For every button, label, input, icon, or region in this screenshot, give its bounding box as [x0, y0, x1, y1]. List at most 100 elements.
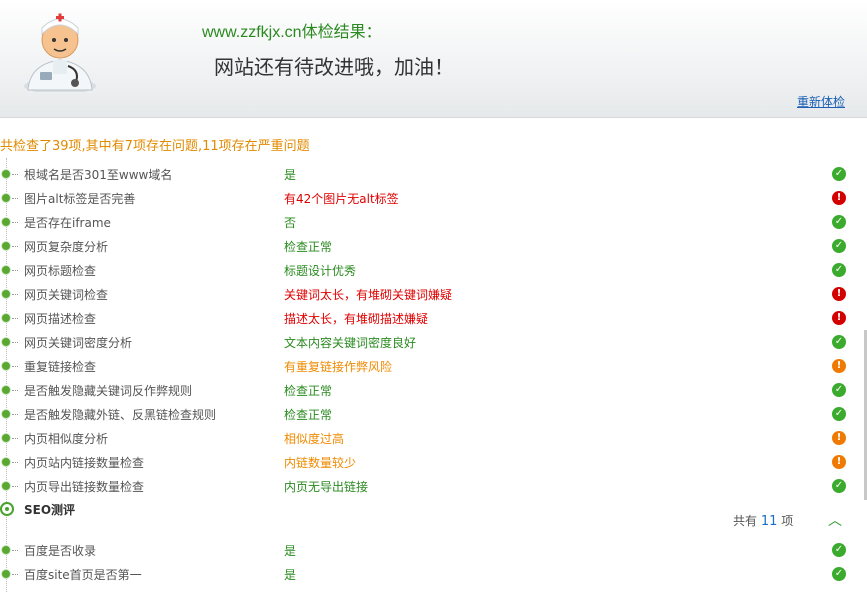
check-result: 否 [284, 216, 297, 230]
check-row: 内页站内链接数量检查 内链数量较少! [0, 450, 867, 474]
bullet-icon [2, 314, 10, 322]
bullet-icon [2, 482, 10, 490]
check-row: 根域名是否301至www域名 是 ✓ [0, 162, 867, 186]
tree-connector [12, 270, 18, 271]
check-result: 是 [284, 568, 297, 582]
bullet-icon [2, 434, 10, 442]
check-result: 关键词太长，有堆砌关键词嫌疑 [284, 288, 453, 302]
check-name: 内页相似度分析 [24, 432, 109, 446]
check-name: 是否存在iframe [24, 216, 111, 230]
check-result: 有42个图片无alt标签 [284, 192, 399, 206]
check-list: 根域名是否301至www域名是 ✓ 图片alt标签是否完善 有42个图片无alt标签!… [0, 162, 867, 586]
exclamation-icon: ! [832, 191, 846, 205]
bullet-icon [2, 290, 10, 298]
chevron-up-icon[interactable]: ︿ [828, 510, 842, 530]
seo-section-count: 共有 11 项 [733, 514, 794, 529]
check-name: 是否触发隐藏关键词反作弊规则 [24, 384, 193, 398]
check-name: 图片alt标签是否完善 [24, 192, 136, 206]
tree-connector [12, 318, 18, 319]
check-name: 重复链接检查 [24, 360, 97, 374]
check-name: 网页复杂度分析 [24, 240, 109, 254]
check-icon: ✓ [832, 567, 846, 581]
tree-connector [12, 414, 18, 415]
check-result: 相似度过高 [284, 432, 345, 446]
check-name: 网页关键词密度分析 [24, 336, 133, 350]
bullet-icon [2, 570, 10, 578]
check-name: 百度是否收录 [24, 544, 97, 558]
site-title: www.zzfkjx.cn体检结果： [202, 24, 382, 41]
check-row: 内页导出链接数量检查 内页无导出链接 ✓ [0, 474, 867, 498]
check-result: 是 [284, 544, 297, 558]
bullet-icon [2, 410, 10, 418]
check-result: 检查正常 [284, 240, 333, 254]
tree-connector [12, 198, 18, 199]
check-icon: ✓ [832, 407, 846, 421]
tree-connector [12, 438, 18, 439]
check-icon: ✓ [832, 215, 846, 229]
check-name: 内页导出链接数量检查 [24, 480, 145, 494]
seo-section-icon [0, 502, 14, 516]
check-result: 文本内容关键词密度良好 [284, 336, 417, 350]
bullet-icon [2, 546, 10, 554]
tree-connector [12, 550, 18, 551]
check-row: 重复链接检查 有重复链接作弊风险! [0, 354, 867, 378]
summary-text: 共检查了39项,其中有7项存在问题,11项存在严重问题 [0, 139, 310, 154]
bullet-icon [2, 194, 10, 202]
check-result: 内页无导出链接 [284, 480, 369, 494]
exclamation-icon: ! [832, 311, 846, 325]
tree-connector [12, 246, 18, 247]
bullet-icon [2, 362, 10, 370]
check-row: 内页相似度分析 相似度过高! [0, 426, 867, 450]
check-row: 网页关键词检查 关键词太长，有堆砌关键词嫌疑! [0, 282, 867, 306]
exclamation-icon: ! [832, 287, 846, 301]
check-result: 有重复链接作弊风险 [284, 360, 393, 374]
check-name: 网页描述检查 [24, 312, 97, 326]
tree-connector [12, 390, 18, 391]
check-icon: ✓ [832, 543, 846, 557]
tree-connector [12, 222, 18, 223]
check-icon: ✓ [832, 335, 846, 349]
bullet-icon [2, 170, 10, 178]
check-name: 网页标题检查 [24, 264, 97, 278]
check-icon: ✓ [832, 383, 846, 397]
check-row: 是否触发隐藏外链、反黑链检查规则 检查正常 ✓ [0, 402, 867, 426]
verdict-message: 网站还有待改进哦，加油！ [214, 57, 454, 79]
check-result: 检查正常 [284, 408, 333, 422]
bullet-icon [2, 266, 10, 274]
check-icon: ✓ [832, 239, 846, 253]
tree-connector [12, 486, 18, 487]
check-name: 是否触发隐藏外链、反黑链检查规则 [24, 408, 217, 422]
check-result: 内链数量较少 [284, 456, 357, 470]
check-result: 是 [284, 168, 297, 182]
bullet-icon [2, 218, 10, 226]
check-name: 根域名是否301至www域名 [24, 168, 173, 182]
doctor-avatar-icon [24, 13, 96, 92]
check-row: 是否存在iframe 否 ✓ [0, 210, 867, 234]
check-icon: ✓ [832, 479, 846, 493]
check-row: 百度site首页是否第一 是 ✓ [0, 562, 867, 586]
check-result: 标题设计优秀 [284, 264, 357, 278]
seo-section-header[interactable]: SEO测评 共有 11 项 ︿ [0, 498, 867, 538]
check-name: 内页站内链接数量检查 [24, 456, 145, 470]
check-result: 描述太长，有堆砌描述嫌疑 [284, 312, 429, 326]
tree-connector [12, 462, 18, 463]
seo-section-title: SEO测评 [24, 503, 76, 517]
bullet-icon [2, 242, 10, 250]
bullet-icon [2, 458, 10, 466]
check-row: 网页标题检查 标题设计优秀 ✓ [0, 258, 867, 282]
tree-connector [12, 342, 18, 343]
check-icon: ✓ [832, 167, 846, 181]
bullet-icon [2, 338, 10, 346]
bullet-icon [2, 386, 10, 394]
exclamation-icon: ! [832, 359, 846, 373]
check-row: 网页复杂度分析 检查正常 ✓ [0, 234, 867, 258]
tree-connector [12, 174, 18, 175]
check-name: 网页关键词检查 [24, 288, 109, 302]
exclamation-icon: ! [832, 431, 846, 445]
recheck-link[interactable]: 重新体检 [797, 93, 845, 110]
check-name: 百度site首页是否第一 [24, 568, 142, 582]
check-row: 是否触发隐藏关键词反作弊规则 检查正常 ✓ [0, 378, 867, 402]
exclamation-icon: ! [832, 455, 846, 469]
tree-connector [12, 574, 18, 575]
tree-connector [12, 366, 18, 367]
